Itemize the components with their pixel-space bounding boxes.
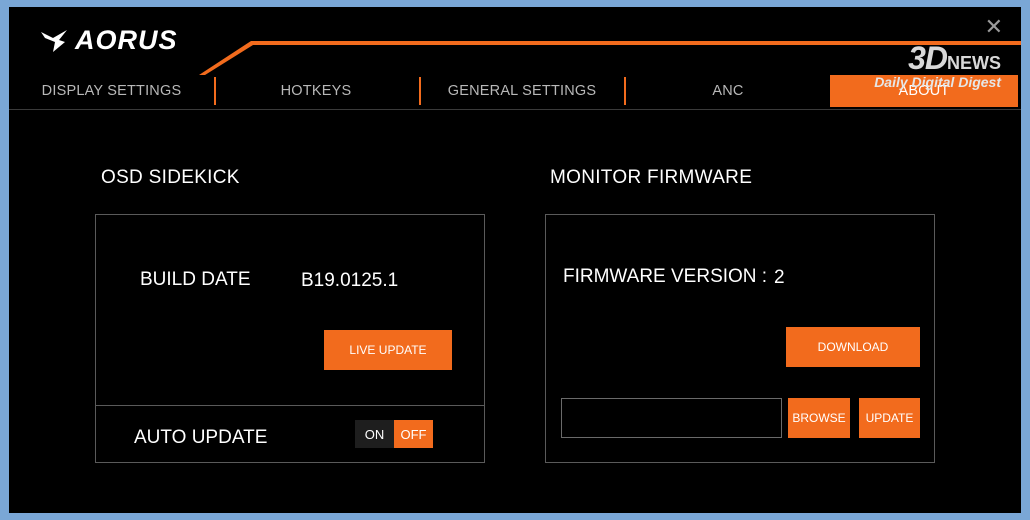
firmware-path-input[interactable] bbox=[561, 398, 782, 438]
aorus-logo: AORUS bbox=[39, 25, 178, 56]
browse-button[interactable]: BROWSE bbox=[788, 398, 850, 438]
brand-name: AORUS bbox=[75, 25, 178, 55]
header-accent-stripe bbox=[199, 41, 1021, 75]
tab-about[interactable]: ABOUT bbox=[830, 75, 1018, 107]
eagle-icon bbox=[41, 29, 67, 52]
build-date-label: BUILD DATE bbox=[140, 269, 251, 290]
tab-hotkeys[interactable]: HOTKEYS bbox=[216, 75, 416, 107]
monitor-firmware-title: MONITOR FIRMWARE bbox=[550, 167, 753, 188]
firmware-version-value: 2 bbox=[774, 267, 785, 288]
live-update-button[interactable]: LIVE UPDATE bbox=[324, 330, 452, 370]
tab-bar: DISPLAY SETTINGS HOTKEYS GENERAL SETTING… bbox=[9, 75, 1021, 110]
download-button[interactable]: DOWNLOAD bbox=[786, 327, 920, 367]
build-date-value: B19.0125.1 bbox=[301, 270, 399, 291]
auto-update-toggle[interactable]: ON OFF bbox=[355, 420, 433, 448]
app-window: AORUS ✕ DISPLAY SETTINGS HOTKEYS GENERAL… bbox=[9, 7, 1021, 513]
tab-anc[interactable]: ANC bbox=[626, 75, 830, 107]
close-icon[interactable]: ✕ bbox=[985, 15, 1003, 40]
firmware-version-label: FIRMWARE VERSION : bbox=[563, 266, 768, 287]
update-button[interactable]: UPDATE bbox=[859, 398, 920, 438]
auto-update-label: AUTO UPDATE bbox=[134, 427, 268, 448]
panel-divider bbox=[95, 405, 485, 406]
osd-sidekick-title: OSD SIDEKICK bbox=[101, 167, 240, 188]
toggle-on-option[interactable]: ON bbox=[355, 420, 394, 448]
tab-general-settings[interactable]: GENERAL SETTINGS bbox=[421, 75, 623, 107]
toggle-off-option[interactable]: OFF bbox=[394, 420, 433, 448]
tab-display-settings[interactable]: DISPLAY SETTINGS bbox=[9, 75, 214, 107]
